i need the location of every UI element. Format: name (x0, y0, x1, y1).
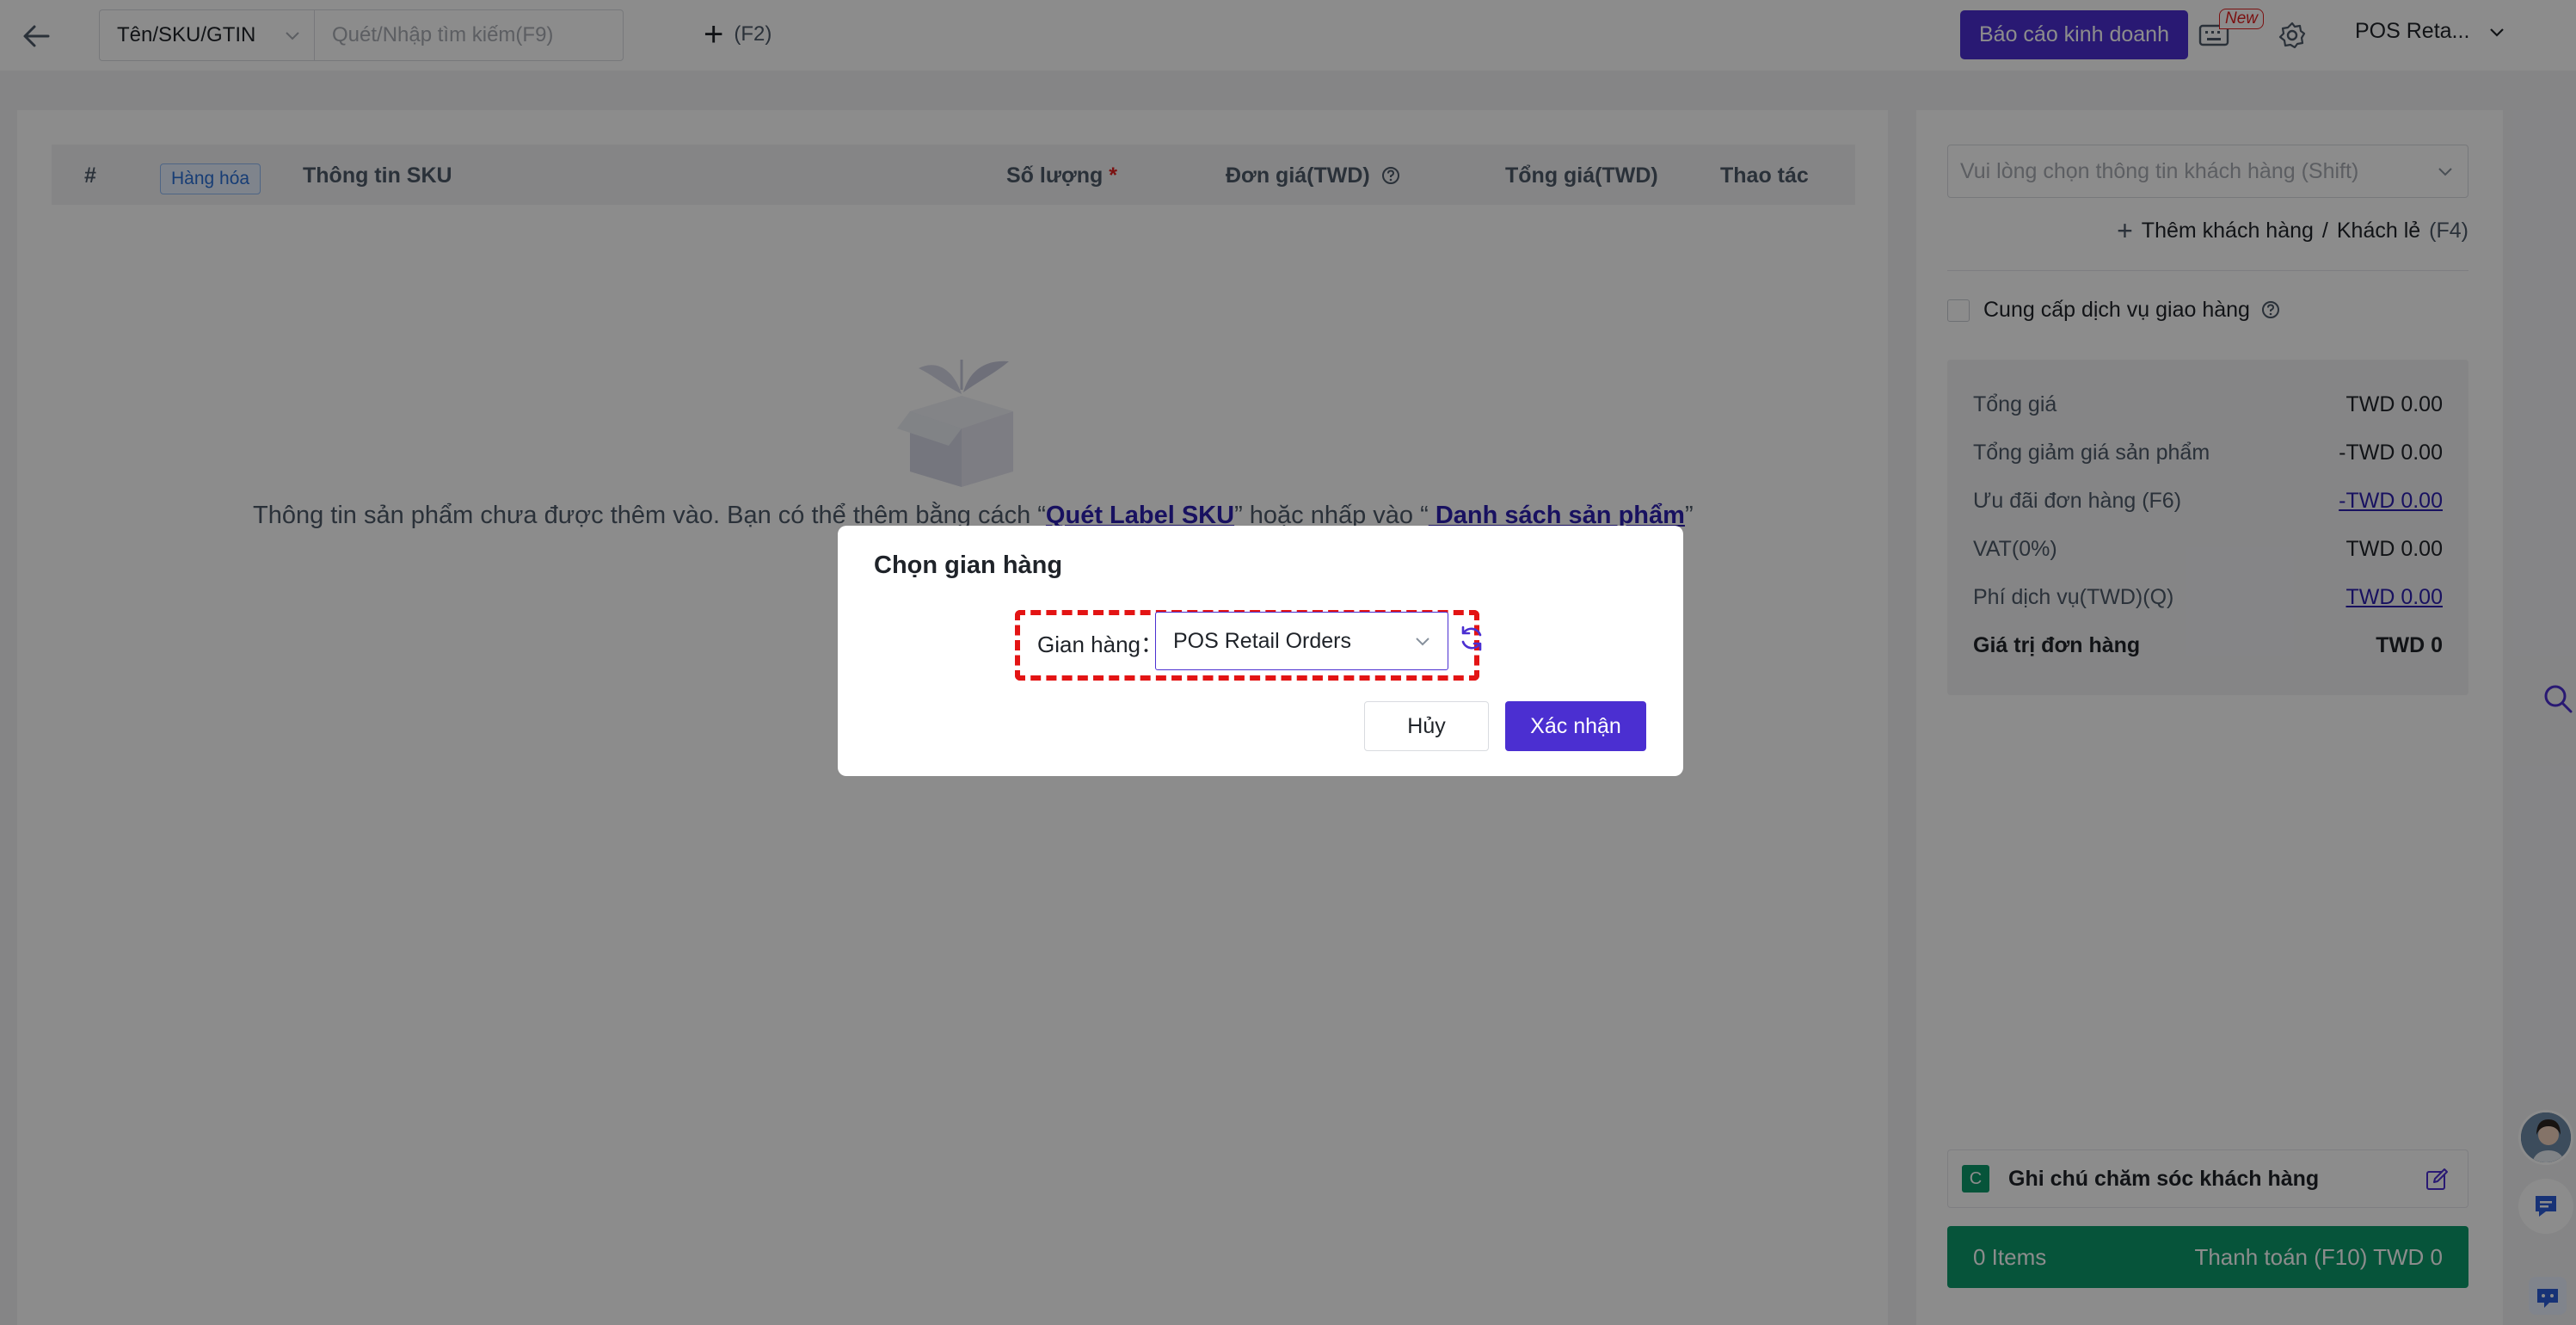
refresh-icon[interactable] (1457, 624, 1486, 653)
select-store-dialog: Chọn gian hàng Gian hàng： POS Retail Ord… (838, 526, 1683, 776)
store-dropdown[interactable]: POS Retail Orders (1155, 612, 1448, 670)
store-dropdown-value: POS Retail Orders (1173, 629, 1352, 653)
confirm-button[interactable]: Xác nhận (1505, 701, 1646, 751)
cancel-button[interactable]: Hủy (1364, 701, 1489, 751)
dialog-title: Chọn gian hàng (874, 552, 1063, 579)
store-field-label: Gian hàng： (1037, 632, 1163, 657)
chevron-down-icon (1416, 638, 1429, 646)
